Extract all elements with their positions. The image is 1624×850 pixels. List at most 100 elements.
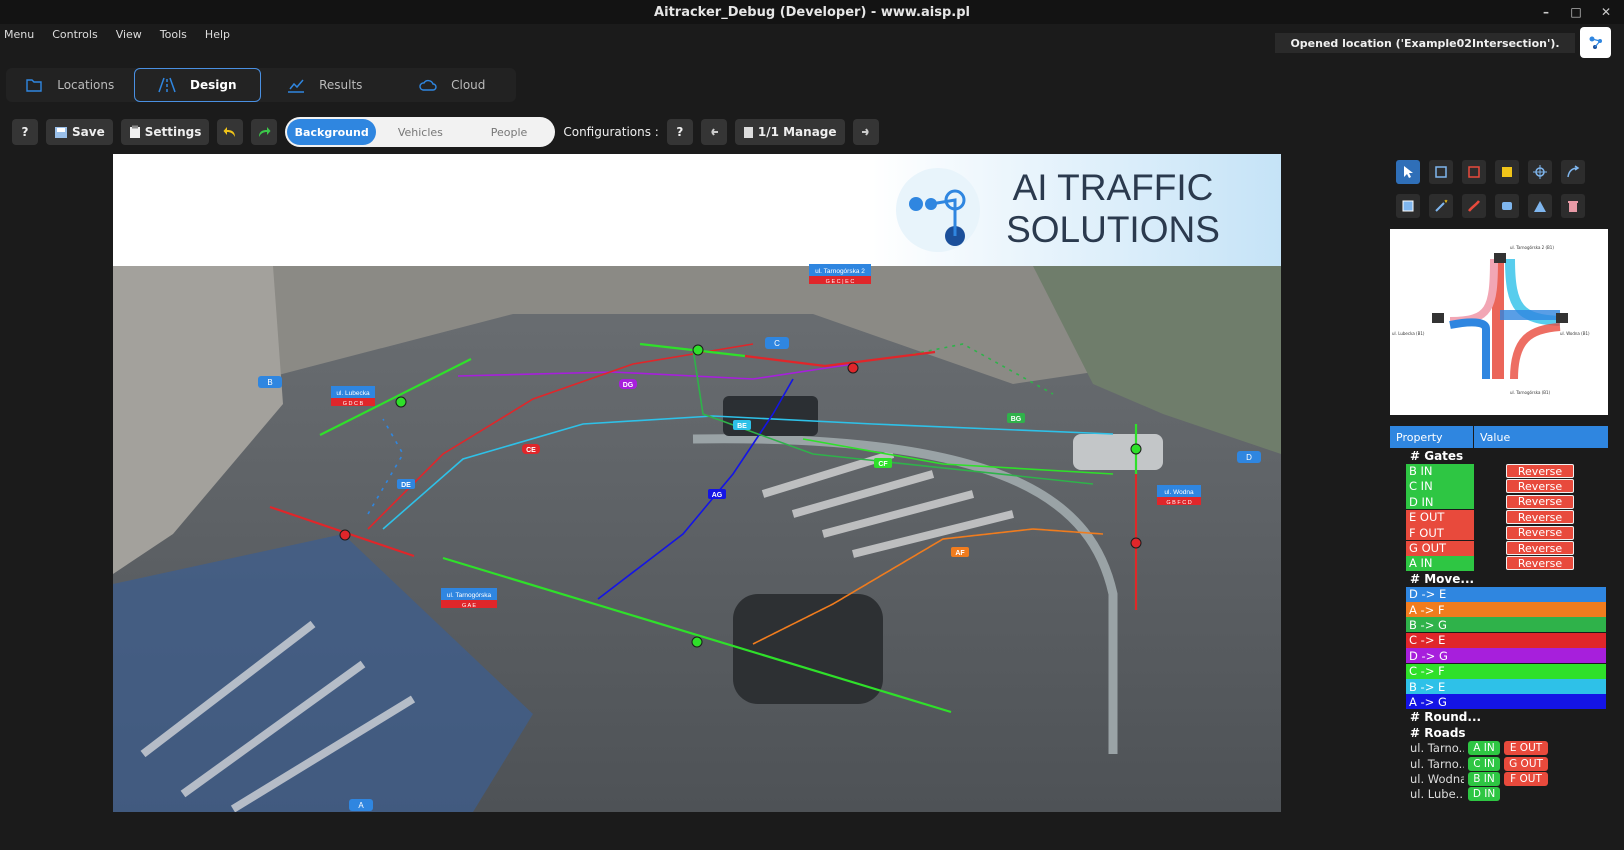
redo-button[interactable] [251,119,278,145]
move-tag-de: DE [401,482,411,489]
reverse-button[interactable]: Reverse [1506,494,1574,509]
gate-row[interactable]: G OUT Reverse [1390,540,1608,556]
movement-row[interactable]: C -> E [1406,632,1606,648]
gate-row[interactable]: C IN Reverse [1390,478,1608,494]
curve-arrow-icon [1567,165,1580,178]
reverse-button[interactable]: Reverse [1506,556,1574,571]
gate-name: C IN [1406,478,1474,494]
gate-d-marker [395,396,407,408]
flow-minimap[interactable]: ul. Tarnogórska 2 (B1) ul. Lubecka (B1) … [1390,229,1608,415]
road-row[interactable]: ul. Wodna B IN F OUT [1390,771,1608,786]
minimize-icon[interactable]: – [1536,2,1556,22]
tab-cloud[interactable]: Cloud [389,68,517,102]
tab-locations[interactable]: Locations [6,68,134,102]
menu-tools[interactable]: Tools [156,26,201,46]
clipboard-icon [129,125,140,138]
config-help-button[interactable]: ? [666,119,693,145]
delete-tool[interactable] [1561,194,1585,218]
move-point-tool[interactable] [1528,160,1552,184]
tab-results[interactable]: Results [261,68,389,102]
config-next-button[interactable] [852,119,879,145]
road-row[interactable]: ul. Tarno... A IN E OUT [1390,740,1608,756]
car-near [733,594,883,704]
gate-name: B IN [1406,463,1474,479]
road-tool[interactable] [1528,194,1552,218]
tab-design[interactable]: Design [133,68,261,102]
road-row[interactable]: ul. Tarno... C IN G OUT [1390,756,1608,771]
movement-row[interactable]: B -> E [1406,679,1606,695]
reverse-button[interactable]: Reverse [1506,510,1574,525]
mode-vehicles[interactable]: Vehicles [376,119,465,145]
movement-row[interactable]: D -> E [1406,586,1606,602]
chart-icon [288,79,305,93]
frame-tool[interactable] [1396,194,1420,218]
move-tag-be: BE [737,423,747,430]
road-gates-north: G E C | E C [826,279,855,285]
status-message: Opened location ('Example02Intersection'… [1275,33,1575,53]
movement-row[interactable]: A -> G [1406,694,1606,710]
maximize-icon[interactable]: □ [1566,2,1586,22]
road-out-gate: F OUT [1504,771,1548,786]
movements-section[interactable]: # Move... [1390,571,1608,586]
gates-section[interactable]: # Gates [1390,448,1608,463]
road-name: ul. Wodna [1410,771,1464,786]
gate-e-marker [339,529,351,541]
camera-canvas[interactable]: AI TRAFFIC SOLUTIONS B C D A DG CE DE BE… [113,154,1281,813]
magic-wand-tool[interactable] [1429,194,1453,218]
reverse-button[interactable]: Reverse [1506,479,1574,494]
roads-header: # Roads [1410,725,1466,740]
gate-c-marker [692,344,704,356]
road-in-gate: D IN [1468,787,1500,802]
move-tag-af: AF [955,550,965,557]
help-button[interactable]: ? [12,119,38,145]
movement-row[interactable]: D -> G [1406,648,1606,664]
add-movement-tool[interactable] [1561,160,1585,184]
crosshair-icon [1533,165,1547,179]
gate-row[interactable]: B IN Reverse [1390,463,1608,479]
menu-view[interactable]: View [112,26,156,46]
save-button[interactable]: Save [46,119,113,145]
movement-row[interactable]: C -> F [1406,663,1606,679]
mode-people[interactable]: People [465,119,554,145]
mode-background[interactable]: Background [287,119,377,145]
config-prev-button[interactable] [700,119,727,145]
connection-icon[interactable] [1580,27,1611,58]
tab-cloud-label: Cloud [451,78,486,92]
gate-name: G OUT [1406,540,1474,556]
cursor-icon [1404,166,1413,178]
reverse-button[interactable]: Reverse [1506,525,1574,540]
movement-row[interactable]: B -> G [1406,617,1606,633]
menu-menu[interactable]: Menu [0,26,48,46]
add-area-tool[interactable] [1495,160,1519,184]
design-toolbar: ? Save Settings Background Vehicles Peop… [12,117,879,147]
save-label: Save [72,125,105,139]
undo-button[interactable] [217,119,244,145]
close-icon[interactable]: ✕ [1596,2,1616,22]
manage-configs-button[interactable]: 1/1 Manage [734,119,845,145]
road-in-gate: A IN [1468,741,1500,756]
roundabouts-section[interactable]: # Round... [1390,710,1608,725]
gate-row[interactable]: A IN Reverse [1390,555,1608,571]
add-out-gate-tool[interactable] [1462,160,1486,184]
add-gate-tool[interactable] [1429,160,1453,184]
roads-section[interactable]: # Roads [1390,725,1608,740]
settings-button[interactable]: Settings [120,119,210,145]
property-column-header: Property [1390,426,1474,448]
road-row[interactable]: ul. Lube... D IN [1390,787,1608,802]
select-tool[interactable] [1396,160,1420,184]
gate-row[interactable]: D IN Reverse [1390,494,1608,510]
trash-icon [1568,201,1578,212]
gate-row[interactable]: F OUT Reverse [1390,525,1608,541]
menu-help[interactable]: Help [201,26,244,46]
main-tabs: Locations Design Results Cloud [6,68,516,102]
region-tool[interactable] [1495,194,1519,218]
movement-row[interactable]: A -> F [1406,602,1606,618]
reverse-button[interactable]: Reverse [1506,464,1574,479]
reverse-button[interactable]: Reverse [1506,541,1574,556]
menu-controls[interactable]: Controls [48,26,112,46]
draw-path-tool[interactable] [1462,194,1486,218]
magic-wand-icon [1435,199,1448,212]
road-name: ul. Tarno... [1410,741,1464,756]
gate-row[interactable]: E OUT Reverse [1390,509,1608,525]
window-controls: – □ ✕ [1536,2,1616,22]
